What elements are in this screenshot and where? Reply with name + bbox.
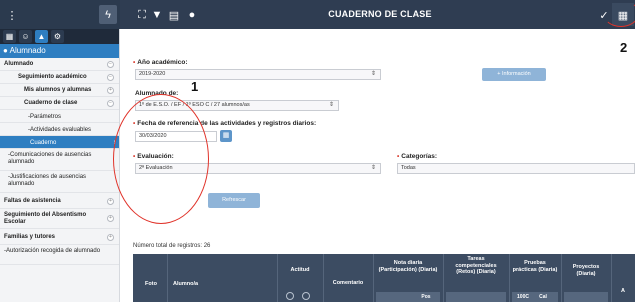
col-tareas[interactable]: Tareas competenciales (Retos) (Diaria) bbox=[446, 256, 506, 276]
year-label: • Año académico: bbox=[133, 59, 188, 66]
col-alumno[interactable]: Alumno/a bbox=[173, 281, 233, 288]
col-foto[interactable]: Foto bbox=[139, 281, 163, 288]
table-header: Foto Alumno/a Actitud Comentario Nota di… bbox=[133, 254, 635, 302]
category-label: • Categorías: bbox=[397, 153, 437, 160]
column-divider bbox=[561, 254, 562, 302]
sidebar-item-cuaderno[interactable]: Cuaderno › bbox=[0, 136, 119, 149]
sub-header-cal[interactable]: Cal bbox=[535, 294, 551, 301]
tab-users[interactable]: ☺ bbox=[19, 30, 32, 43]
expand-icon[interactable]: + bbox=[107, 234, 114, 241]
page-title: CUADERNO DE CLASE bbox=[328, 9, 432, 19]
tab-education[interactable]: ▲ bbox=[35, 30, 48, 43]
column-divider bbox=[167, 254, 168, 302]
column-divider bbox=[277, 254, 278, 302]
column-divider bbox=[443, 254, 444, 302]
sidebar-item-label: Familias y tutores bbox=[4, 234, 56, 240]
year-value: 2019-2020 bbox=[139, 71, 166, 77]
attitude-positive-icon[interactable] bbox=[286, 292, 294, 300]
sub-header-tareas bbox=[446, 292, 506, 302]
sidebar-item-label: Alumnado bbox=[4, 61, 34, 67]
sidebar-item-seguimiento[interactable]: Seguimiento académico − bbox=[0, 71, 119, 84]
col-cut[interactable]: A bbox=[617, 288, 629, 295]
select-caret-icon: ⇕ bbox=[370, 71, 376, 77]
sidebar-item-label: Mis alumnos y alumnas bbox=[24, 87, 92, 93]
tab-settings[interactable]: ⚙ bbox=[51, 30, 64, 43]
sidebar-item-label: Cuaderno de clase bbox=[24, 100, 78, 106]
collapse-icon[interactable]: − bbox=[107, 74, 114, 81]
sidebar-section-header: ● Alumnado bbox=[0, 44, 119, 58]
briefcase-icon[interactable]: ● bbox=[184, 7, 200, 23]
sidebar-item-label: -Justificaciones de ausencias alumnado bbox=[8, 174, 87, 187]
refresh-button[interactable]: Refrescar bbox=[208, 193, 260, 208]
annotation-circle-2 bbox=[603, 0, 635, 27]
calendar-icon[interactable]: ▦ bbox=[220, 130, 232, 142]
column-divider bbox=[323, 254, 324, 302]
attitude-negative-icon[interactable] bbox=[302, 292, 310, 300]
collapse-icon[interactable]: − bbox=[107, 61, 114, 68]
record-count: Número total de registros: 26 bbox=[133, 243, 210, 249]
sub-header-pct[interactable]: 100C bbox=[514, 294, 532, 301]
tab-home[interactable]: ▦ bbox=[3, 30, 16, 43]
sub-header-pos[interactable]: Pos bbox=[416, 294, 436, 301]
sidebar-item-absentismo[interactable]: Seguimiento del Absentismo Escolar + bbox=[0, 209, 119, 229]
column-divider bbox=[373, 254, 374, 302]
sidebar-item-actividades[interactable]: -Actividades evaluables bbox=[0, 123, 119, 136]
col-actitud[interactable]: Actitud bbox=[279, 267, 321, 274]
record-count-text: Número total de registros: 26 bbox=[133, 243, 211, 249]
col-nota-diaria[interactable]: Nota diaria (Participación) (Diaria) bbox=[376, 260, 440, 273]
annotation-circle-1 bbox=[113, 94, 209, 224]
sidebar-item-familias[interactable]: Familias y tutores + bbox=[0, 229, 119, 245]
top-bar: ⋮ ϟ ⛶ ▼ ▤ ● CUADERNO DE CLASE ✓ ▦ bbox=[0, 0, 635, 29]
sidebar-item-justificaciones[interactable]: -Justificaciones de ausencias alumnado bbox=[0, 171, 119, 193]
sidebar-item-autorizacion[interactable]: -Autorización recogida de alumnado bbox=[0, 245, 119, 265]
sidebar-item-comunicaciones[interactable]: -Comunicaciones de ausencias alumnado bbox=[0, 149, 119, 171]
year-select[interactable]: 2019-2020 ⇕ bbox=[135, 69, 381, 80]
sub-header-proyectos bbox=[564, 292, 608, 302]
sidebar-item-label: Seguimiento del Absentismo Escolar bbox=[4, 212, 87, 225]
annotation-number-2: 2 bbox=[620, 40, 628, 55]
sidebar-item-cuaderno-clase[interactable]: Cuaderno de clase − bbox=[0, 97, 119, 110]
sidebar-tab-row: ▦ ☺ ▲ ⚙ bbox=[0, 29, 119, 44]
lightning-icon[interactable]: ϟ bbox=[99, 5, 117, 24]
col-comentario[interactable]: Comentario bbox=[325, 280, 371, 287]
category-value: Todas bbox=[401, 165, 416, 171]
sidebar-item-alumnado[interactable]: Alumnado − bbox=[0, 58, 119, 71]
category-label-text: Categorías: bbox=[401, 153, 438, 160]
sidebar-item-label: Faltas de asistencia bbox=[4, 198, 61, 204]
sidebar-item-label: -Autorización recogida de alumnado bbox=[4, 248, 101, 254]
expand-icon[interactable]: ⛶ bbox=[134, 7, 150, 23]
column-divider bbox=[611, 254, 612, 302]
sidebar-section-label: Alumnado bbox=[9, 46, 46, 55]
sidebar-item-label: Seguimiento académico bbox=[18, 74, 87, 80]
col-pruebas[interactable]: Pruebas prácticas (Diaria) bbox=[512, 260, 558, 273]
sidebar-item-label: -Actividades evaluables bbox=[28, 127, 92, 133]
annotation-number-1: 1 bbox=[191, 79, 199, 94]
menu-icon[interactable]: ⋮ bbox=[4, 7, 20, 23]
sidebar: ▦ ☺ ▲ ⚙ ● Alumnado Alumnado − Seguimient… bbox=[0, 29, 120, 302]
select-caret-icon: ⇕ bbox=[328, 102, 334, 108]
filter-icon[interactable]: ▼ bbox=[149, 7, 165, 23]
expand-icon[interactable]: + bbox=[107, 87, 114, 94]
column-divider bbox=[509, 254, 510, 302]
sidebar-item-parametros[interactable]: -Parámetros bbox=[0, 110, 119, 123]
collapse-icon[interactable]: − bbox=[107, 100, 114, 107]
sidebar-item-faltas[interactable]: Faltas de asistencia + bbox=[0, 193, 119, 209]
sidebar-item-label: -Parámetros bbox=[28, 114, 62, 120]
sidebar-item-label: -Comunicaciones de ausencias alumnado bbox=[8, 152, 92, 165]
category-select[interactable]: Todas bbox=[397, 163, 635, 174]
year-label-text: Año académico: bbox=[137, 59, 188, 66]
expand-icon[interactable]: + bbox=[107, 215, 114, 222]
required-marker: • bbox=[133, 59, 136, 66]
info-button[interactable]: + Información bbox=[482, 68, 546, 81]
document-icon[interactable]: ▤ bbox=[166, 7, 182, 23]
select-caret-icon: ⇕ bbox=[370, 165, 376, 171]
required-marker: • bbox=[397, 153, 400, 160]
expand-icon[interactable]: + bbox=[107, 198, 114, 205]
sidebar-item-label: Cuaderno bbox=[30, 140, 57, 146]
sidebar-item-mis-alumnos[interactable]: Mis alumnos y alumnas + bbox=[0, 84, 119, 97]
col-proyectos[interactable]: Proyectos (Diaria) bbox=[564, 264, 608, 277]
